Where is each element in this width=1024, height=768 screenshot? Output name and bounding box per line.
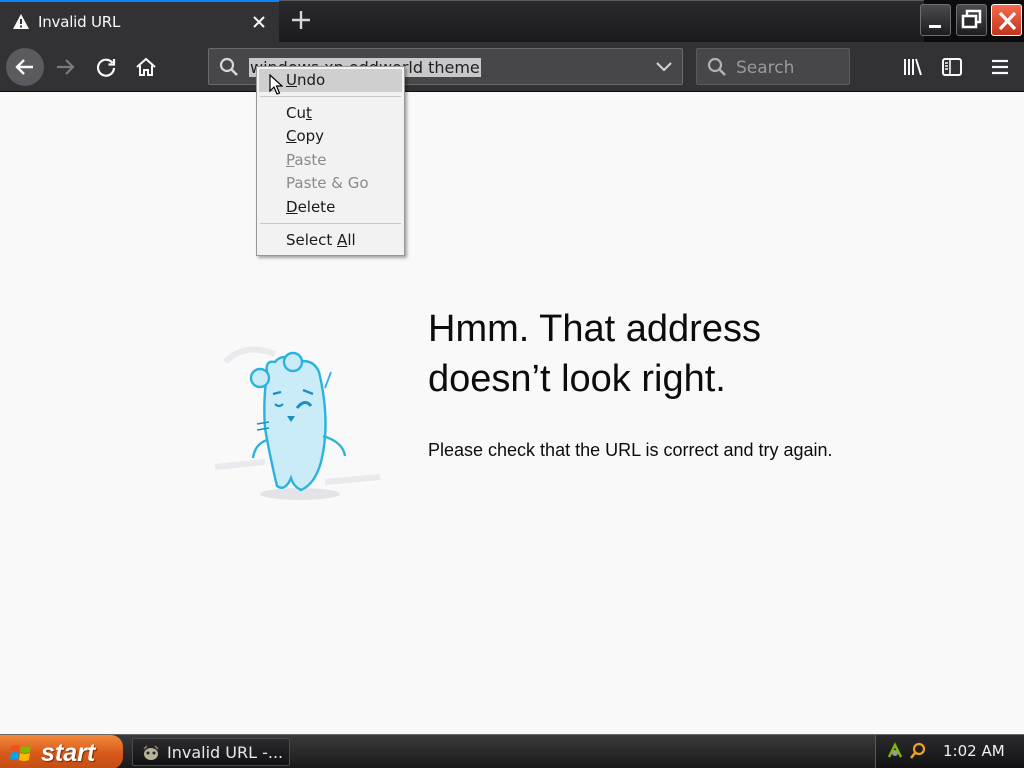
forward-button[interactable]: [46, 48, 84, 86]
minimize-icon: [929, 25, 941, 28]
mouse-cursor-icon: [269, 74, 283, 95]
menu-button[interactable]: [981, 48, 1019, 86]
taskbar-item-label: Invalid URL -...: [167, 743, 284, 762]
library-button[interactable]: [894, 48, 932, 86]
error-description: Please check that the URL is correct and…: [428, 440, 833, 460]
home-button[interactable]: [127, 48, 165, 86]
navigation-toolbar: windows xp oddworld theme Search: [0, 42, 1024, 92]
search-icon: [219, 57, 238, 76]
window-close-button[interactable]: [991, 4, 1022, 36]
error-page: Hmm. That address doesn’t look right. Pl…: [0, 92, 1024, 734]
tab-bar-background: [279, 0, 924, 42]
search-icon[interactable]: [909, 742, 927, 760]
menu-item-select-all[interactable]: Select All: [259, 229, 402, 252]
reload-icon: [96, 58, 116, 77]
sidebar-icon: [942, 58, 962, 76]
plus-icon[interactable]: [290, 9, 312, 31]
confused-critter-illustration: [214, 346, 381, 500]
network-icon[interactable]: [886, 742, 904, 760]
start-label: start: [41, 739, 96, 767]
restore-icon: [961, 9, 982, 29]
taskbar-item-browser[interactable]: Invalid URL -...: [132, 738, 290, 766]
menu-separator: [260, 223, 401, 224]
error-title: Hmm. That address doesn’t look right.: [428, 308, 761, 400]
reload-button[interactable]: [87, 48, 125, 86]
tab-invalid-url[interactable]: Invalid URL: [0, 0, 279, 42]
hamburger-menu-icon: [992, 59, 1008, 75]
forward-arrow-icon: [57, 59, 75, 75]
clock: 1:02 AM: [943, 742, 1005, 760]
search-bar[interactable]: Search: [696, 48, 850, 85]
sidebar-button[interactable]: [933, 48, 971, 86]
menu-item-paste-and-go[interactable]: Paste & Go: [259, 172, 402, 195]
windows-logo-icon: [10, 745, 31, 761]
home-icon: [136, 57, 156, 76]
taskbar: start Invalid URL -... 1:02 AM: [0, 734, 1024, 768]
menu-item-paste[interactable]: Paste: [259, 149, 402, 172]
start-button[interactable]: start: [0, 735, 123, 768]
menu-item-delete[interactable]: Delete: [259, 196, 402, 219]
menu-item-copy[interactable]: Copy: [259, 125, 402, 148]
warning-icon: [13, 14, 29, 29]
restore-button[interactable]: [956, 4, 987, 36]
back-button[interactable]: [6, 48, 44, 86]
back-arrow-icon: [15, 59, 33, 75]
tab-strip: Invalid URL: [0, 0, 1024, 42]
system-tray: 1:02 AM: [875, 735, 1024, 768]
app-icon: [143, 745, 159, 760]
menu-separator: [260, 96, 401, 97]
tab-title: Invalid URL: [38, 13, 121, 31]
minimize-button[interactable]: [920, 4, 951, 36]
close-icon: [998, 11, 1017, 31]
chevron-down-icon[interactable]: [654, 59, 674, 75]
search-icon: [707, 57, 726, 76]
tab-close-icon[interactable]: [250, 13, 268, 31]
search-placeholder: Search: [736, 58, 795, 78]
menu-item-cut[interactable]: Cut: [259, 102, 402, 125]
library-icon: [904, 58, 922, 76]
